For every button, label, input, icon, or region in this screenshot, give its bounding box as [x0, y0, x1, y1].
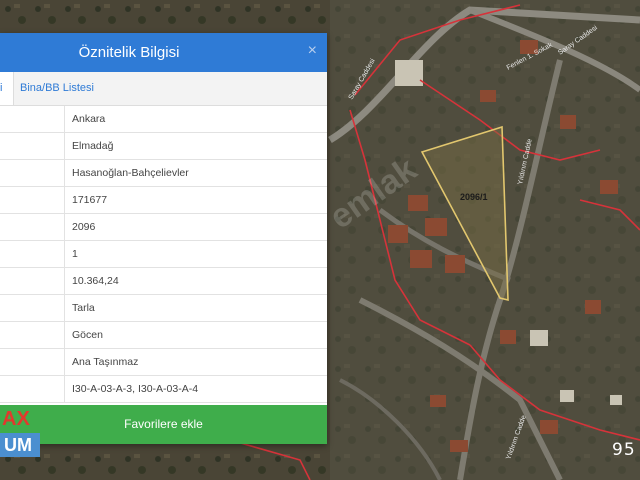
row-value: Ankara — [64, 106, 327, 133]
close-icon[interactable]: × — [308, 42, 317, 60]
logo-text-bottom: UM — [0, 433, 40, 457]
row-value: Hasanoğlan-Bahçelievler — [64, 159, 327, 187]
table-row: 1 — [0, 240, 327, 268]
panel-title: Öznitelik Bilgisi — [78, 44, 180, 61]
corner-number: 95 — [612, 440, 636, 460]
tab-attributes[interactable]: isi — [0, 72, 14, 105]
table-row: 171677 — [0, 186, 327, 214]
row-value: Tarla — [64, 294, 327, 322]
table-row: Elmadağ — [0, 132, 327, 160]
row-value: Ana Taşınmaz — [64, 348, 327, 376]
table-row: 10.364,24 — [0, 267, 327, 295]
row-value: I30-A-03-A-3, I30-A-03-A-4 — [64, 375, 327, 403]
row-value: Elmadağ — [64, 132, 327, 160]
row-value: 171677 — [64, 186, 327, 214]
logo-text-top: AX — [0, 405, 40, 433]
tab-building-list[interactable]: Bina/BB Listesi — [20, 72, 94, 105]
row-value: 2096 — [64, 213, 327, 241]
table-row: 2096 — [0, 213, 327, 241]
table-row: Hasanoğlan-Bahçelievler — [0, 159, 327, 187]
panel-header: Öznitelik Bilgisi × — [0, 33, 327, 72]
add-favorite-button[interactable]: Favorilere ekle — [0, 405, 327, 444]
row-value: 1 — [64, 240, 327, 268]
table-row: Göcen — [0, 321, 327, 349]
table-row: I30-A-03-A-3, I30-A-03-A-4 — [0, 375, 327, 403]
attribute-info-panel: Öznitelik Bilgisi × isi Bina/BB Listesi … — [0, 33, 327, 444]
tab-bar: isi Bina/BB Listesi — [0, 72, 327, 106]
table-row: Ana Taşınmaz — [0, 348, 327, 376]
table-row: Ankara — [0, 106, 327, 133]
attribute-table: Ankara Elmadağ Hasanoğlan-Bahçelievler 1… — [0, 106, 327, 403]
row-value: Göcen — [64, 321, 327, 349]
row-value: 10.364,24 — [64, 267, 327, 295]
table-row: Tarla — [0, 294, 327, 322]
parcel-label: 2096/1 — [460, 192, 488, 202]
brand-logo: AX UM — [0, 405, 40, 457]
